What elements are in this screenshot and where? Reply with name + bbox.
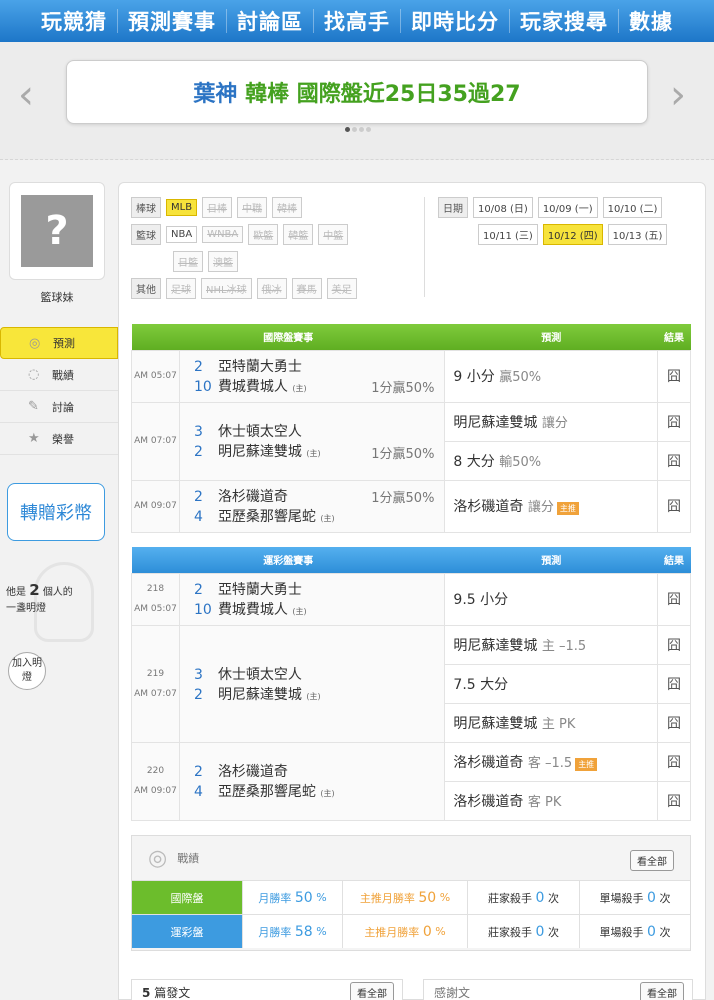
main-panel: 棒球 MLB 日棒 中職 韓棒 籃球 NBA WNBA 歐籃 韓籃 中籃 日籃 … [118, 182, 706, 1000]
unknown-avatar-icon: ? [21, 195, 93, 267]
side-menu: ◎ 預測 ◌ 戰績 ✎ 討論 ★ 榮譽 [0, 327, 118, 455]
see-all-thanks-button[interactable]: 看全部 [640, 982, 684, 1000]
avatar: ? [9, 182, 105, 280]
stats-panel: ◎ 戰績 看全部 國際盤 月勝率 50 % 主推月勝率 50 % 莊家殺手 0 次… [131, 835, 691, 951]
chip-mlb[interactable]: MLB [166, 199, 198, 216]
banner-text: 國際盤近25日35過27 [296, 82, 521, 107]
baseball-filter: 棒球 MLB 日棒 中職 韓棒 [131, 197, 303, 218]
carousel-dots [345, 127, 371, 132]
result-icon: 囧 [657, 349, 691, 403]
other-filter: 其他 足球 NHL冰球 俄冰 賽馬 美足 [131, 278, 357, 299]
chat-icon: ◌ [28, 367, 40, 382]
table-row: 218 AM 05:07 2 亞特蘭大勇士 10 費城費城人 (主) 9.5 小分 囧 [131, 572, 691, 626]
menu-predict[interactable]: ◎ 預測 [0, 327, 118, 359]
nav-player-search[interactable]: 玩家搜尋 [510, 6, 618, 36]
chevron-left-icon[interactable]: ‹ [18, 72, 34, 118]
username: 籃球妹 [40, 291, 74, 304]
stats-row-sports: 運彩盤 月勝率 58 % 主推月勝率 0 % 莊家殺手 0 次 單場殺手 0 次 [132, 914, 690, 948]
menu-honor[interactable]: ★ 榮譽 [0, 423, 118, 455]
gift-coins-button[interactable]: 轉贈彩幣 [7, 483, 105, 541]
sports-table: 運彩盤賽事 預測 結果 218 AM 05:07 2 亞特蘭大勇士 10 費城費城人 (主)… [131, 547, 691, 821]
see-all-posts-button[interactable]: 看全部 [350, 982, 394, 1000]
top-nav: 玩競猜 預測賽事 討論區 找高手 即時比分 玩家搜尋 數據 [0, 0, 714, 42]
nav-experts[interactable]: 找高手 [314, 6, 400, 36]
chevron-right-icon[interactable]: › [670, 72, 686, 118]
table-row: AM 05:07 2 亞特蘭大勇士 10 費城費城人 (主) 1分贏50% 9 小分 贏… [131, 349, 691, 403]
stats-row-intl: 國際盤 月勝率 50 % 主推月勝率 50 % 莊家殺手 0 次 單場殺手 0 … [132, 880, 690, 914]
banner-name-1: 葉神 [193, 82, 238, 107]
nav-forum[interactable]: 討論區 [227, 6, 313, 36]
nav-data[interactable]: 數據 [619, 6, 683, 36]
thanks-box: 感謝文 看全部 [423, 979, 693, 1000]
banner[interactable]: 葉神 韓棒 國際盤近25日35過27 [66, 60, 648, 124]
banner-area: ‹ 葉神 韓棒 國際盤近25日35過27 › [0, 42, 714, 160]
table-row: 219 AM 07:07 3 休士頓太空人 2 明尼蘇達雙城 (主) 明尼蘇達雙城 主 … [131, 624, 691, 743]
nav-play[interactable]: 玩競猜 [31, 6, 117, 36]
nav-predict[interactable]: 預測賽事 [118, 6, 226, 36]
medal-icon: ★ [28, 431, 40, 446]
posts-box: 5 篇發文 看全部 [131, 979, 403, 1000]
chip-selected-date[interactable]: 10/12 (四) [542, 224, 603, 245]
date-filter: 日期 10/08 (日) 10/09 (一) 10/10 (二) [438, 197, 663, 218]
menu-discuss[interactable]: ✎ 討論 [0, 391, 118, 423]
filters: 棒球 MLB 日棒 中職 韓棒 籃球 NBA WNBA 歐籃 韓籃 中籃 日籃 … [131, 197, 701, 307]
basketball-filter: 籃球 NBA WNBA 歐籃 韓籃 中籃 [131, 224, 349, 245]
target-icon: ◎ [29, 335, 41, 351]
edit-icon: ✎ [28, 399, 39, 414]
light-count-text: 他是 2 個人的 一盞明燈 [6, 581, 73, 614]
intl-table: 國際盤賽事 預測 結果 AM 05:07 2 亞特蘭大勇士 10 費城費城人 (主) 1分贏… [131, 324, 691, 533]
sidebar: ? 籃球妹 ◎ 預測 ◌ 戰績 ✎ 討論 ★ 榮譽 轉贈彩幣 他是 2 個人的 一盞明燈… [0, 182, 122, 1000]
table-row: AM 07:07 3 休士頓太空人 2 明尼蘇達雙城 (主) 1分贏50% 明尼蘇達雙城… [131, 401, 691, 481]
banner-name-2: 韓棒 [245, 82, 290, 107]
nav-live-score[interactable]: 即時比分 [401, 6, 509, 36]
menu-record[interactable]: ◌ 戰績 [0, 359, 118, 391]
table-row: AM 09:07 2 洛杉磯道奇 4 亞歷桑那響尾蛇 (主) 1分贏50% 洛杉磯道奇 … [131, 479, 691, 533]
table-row: 220 AM 09:07 2 洛杉磯道奇 4 亞歷桑那響尾蛇 (主) 洛杉磯道奇 客 –… [131, 741, 691, 821]
join-light-button[interactable]: 加入明燈 [8, 652, 46, 690]
see-all-stats-button[interactable]: 看全部 [630, 850, 674, 871]
target-icon: ◎ [148, 845, 168, 871]
